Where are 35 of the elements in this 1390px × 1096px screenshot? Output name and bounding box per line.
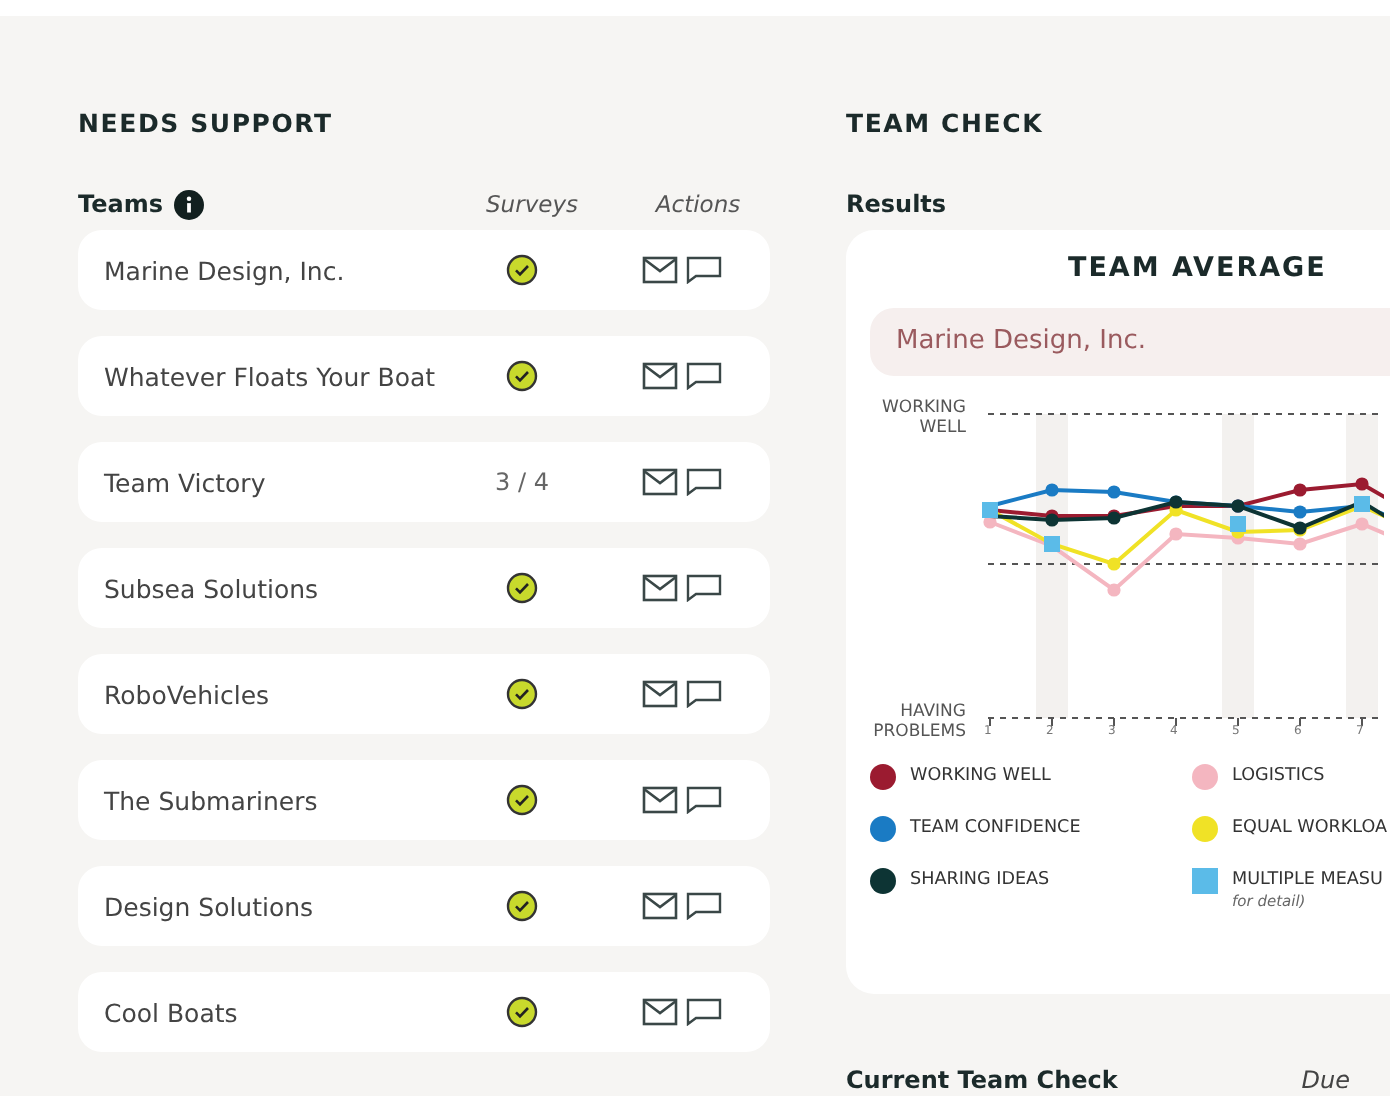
team-name: Cool Boats [104,997,240,1027]
legend-label: TEAM CONFIDENCE [910,816,1081,842]
team-row[interactable]: Design Solutions [78,866,770,946]
team-row[interactable]: Cool Boats [78,972,770,1052]
team-row[interactable]: Marine Design, Inc. [78,230,770,310]
team-row[interactable]: Subsea Solutions [78,548,770,628]
section-title: TEAM CHECK [846,108,1046,140]
team-name: Whatever Floats Your Boat [104,361,438,391]
card-title: TEAM AVERAGE [1068,250,1329,288]
column-header: Due [1301,1066,1350,1094]
subsection-title: Results [846,188,949,222]
legend-label: MULTIPLE MEASU [1232,868,1383,894]
team-row[interactable]: The Submariners [78,760,770,840]
team-name: Marine Design, Inc. [104,255,347,285]
team-name: Design Solutions [104,891,316,921]
team-row[interactable]: Whatever Floats Your Boat [78,336,770,416]
legend-label: SHARING IDEAS [910,868,1050,894]
survey-count: 3 / 4 [495,468,549,496]
column-header: Actions [652,190,743,218]
team-row[interactable]: RoboVehicles [78,654,770,734]
legend-label: WORKING WELL [910,764,1051,790]
team-name: Subsea Solutions [104,573,321,603]
axis-label: WORKING WELL [879,398,966,438]
team-select[interactable]: Marine Design, Inc. [870,308,1390,376]
section-title: NEEDS SUPPORT [78,108,335,140]
legend-label: LOGISTICS [1232,764,1325,790]
team-name: Team Victory [104,467,268,497]
team-name: The Submariners [104,785,320,815]
column-header: Surveys [484,190,580,218]
axis-label: HAVING PROBLEMS [871,702,966,742]
column-header: Teams [78,190,163,218]
subsection-title: Current Team Check [846,1066,1118,1094]
team-name: RoboVehicles [104,679,272,709]
team-row[interactable]: Team Victory 3 / 4 [78,442,770,522]
legend-label: EQUAL WORKLOA [1232,816,1388,842]
